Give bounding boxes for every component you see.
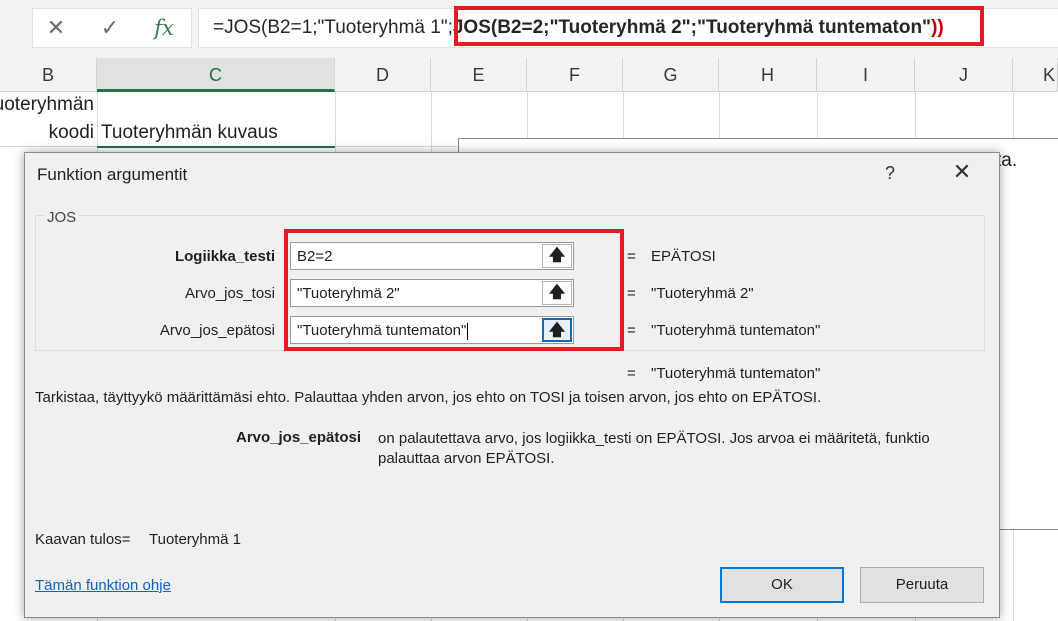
column-header-h[interactable]: H: [719, 58, 817, 92]
cancel-button[interactable]: Peruuta: [860, 567, 984, 603]
close-icon[interactable]: ✕: [949, 159, 975, 185]
function-name: JOS: [45, 209, 79, 226]
column-header-e[interactable]: E: [431, 58, 527, 92]
arg-result-arvo-jos-tosi: "Tuoteryhmä 2": [651, 285, 754, 302]
arg-label-logiikka-testi: Logiikka_testi: [174, 248, 275, 265]
formula-result-value: Tuoteryhmä 1: [149, 531, 241, 548]
parameter-description: on palautettava arvo, jos logiikka_testi…: [378, 430, 930, 467]
column-header-b[interactable]: B: [0, 58, 97, 92]
parameter-name: Arvo_jos_epätosi: [236, 429, 362, 446]
formula-bar: ✕ ✓ fx =JOS(B2=1;"Tuoteryhmä 1";JOS(B2=2…: [0, 0, 1058, 59]
function-description: Tarkistaa, täyttyykö määrittämäsi ehto. …: [35, 389, 822, 406]
column-header-d[interactable]: D: [335, 58, 431, 92]
arguments-highlight-box: [284, 229, 624, 351]
cell-b1-line1[interactable]: Tuoteryhmän: [0, 94, 94, 116]
insert-function-icon[interactable]: fx: [149, 13, 179, 43]
equals-sign: =: [627, 248, 636, 265]
function-help-link[interactable]: Tämän funktion ohje: [35, 577, 171, 594]
cancel-icon[interactable]: ✕: [41, 13, 71, 43]
column-header-k[interactable]: K: [1013, 58, 1058, 92]
cell-c1[interactable]: Tuoteryhmän kuvaus: [101, 122, 278, 144]
formula-highlight-prefix: ";: [440, 17, 453, 38]
column-header-c[interactable]: C: [97, 58, 335, 92]
column-header-g[interactable]: G: [623, 58, 719, 92]
formula-highlight-box: [454, 6, 984, 46]
cell-b1-line2[interactable]: koodi: [49, 122, 94, 144]
arg-label-arvo-jos-epatosi: Arvo_jos_epätosi: [159, 322, 275, 339]
column-header-i[interactable]: I: [817, 58, 915, 92]
formula-bar-buttons: ✕ ✓ fx: [32, 8, 192, 48]
help-icon[interactable]: ?: [885, 163, 895, 184]
formula-result-label: Kaavan tulos=: [35, 531, 131, 548]
arg-result-arvo-jos-epatosi: "Tuoteryhmä tuntematon": [651, 322, 821, 339]
dialog-title: Funktion argumentit: [37, 165, 188, 184]
enter-icon[interactable]: ✓: [95, 13, 125, 43]
column-header-j[interactable]: J: [915, 58, 1013, 92]
equals-sign: =: [627, 322, 636, 339]
equals-sign: =: [627, 365, 636, 382]
ok-button[interactable]: OK: [720, 567, 844, 603]
overall-result: "Tuoteryhmä tuntematon": [651, 365, 821, 382]
arg-result-logiikka-testi: EPÄTOSI: [651, 248, 716, 265]
column-header-f[interactable]: F: [527, 58, 623, 92]
arg-label-arvo-jos-tosi: Arvo_jos_tosi: [184, 285, 275, 302]
equals-sign: =: [627, 285, 636, 302]
formula-start: =JOS(B2=1;"Tuoteryhmä 1: [213, 17, 441, 38]
function-arguments-dialog: Funktion argumentit ? ✕ JOS Logiikka_tes…: [24, 152, 1000, 618]
